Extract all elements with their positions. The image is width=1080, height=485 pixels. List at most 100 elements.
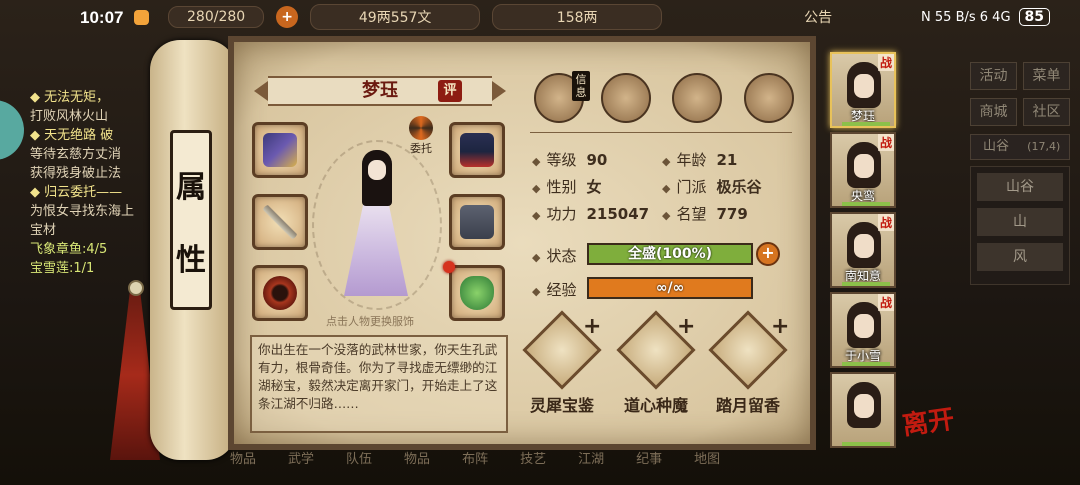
party-member[interactable]: 战梦珏 [830, 52, 896, 128]
tassel-bead [128, 280, 144, 296]
activity-button[interactable]: 活动 [970, 62, 1017, 90]
community-button[interactable]: 社区 [1023, 98, 1070, 126]
member-hp-bar [842, 282, 890, 286]
member-portrait [847, 382, 881, 428]
clock: 10:07 [80, 8, 124, 27]
resource-bar: 280/280 + 49两557文 158两 公告 [168, 4, 908, 30]
map-item[interactable]: 山 [977, 208, 1063, 236]
equip-slot-accessory[interactable] [449, 265, 505, 321]
money-display: 49两557文 [310, 4, 481, 30]
quest-line: 宝材 [30, 223, 57, 238]
stat-fame: 名望 779 [662, 203, 748, 224]
stat-power: 功力 215047 [532, 203, 649, 224]
quest-line: 等待玄慈方丈消 [30, 147, 122, 162]
member-hp-bar [842, 362, 890, 366]
shop-button[interactable]: 商城 [970, 98, 1017, 126]
menu-button[interactable]: 菜单 [1023, 62, 1070, 90]
equip-slot-bracer[interactable] [252, 122, 308, 178]
tab-scroll[interactable] [601, 73, 651, 123]
stat-age-value: 21 [716, 151, 738, 169]
bracer-icon [263, 133, 297, 167]
leave-button[interactable]: 离开 [900, 399, 957, 443]
stat-state: 状态 [532, 245, 576, 266]
bottom-nav-item[interactable]: 纪事 [636, 448, 662, 485]
location-name: 山谷 [983, 139, 1010, 154]
map-list: 山谷 山 风 [970, 166, 1070, 285]
restore-state-button[interactable]: + [756, 242, 780, 266]
stat-exp-label: 经验 [532, 281, 576, 299]
tab-info-label: 信息 [572, 71, 590, 101]
stat-power-label: 功力 [532, 205, 576, 223]
entrust-icon [409, 116, 433, 140]
character-figure[interactable] [336, 150, 416, 305]
add-capacity-button[interactable]: + [276, 6, 299, 28]
skill-name: 踏月留香 [715, 396, 780, 415]
exp-bar: ∞/∞ [587, 277, 753, 299]
ring-icon [263, 276, 297, 310]
bottom-nav-item[interactable]: 队伍 [346, 448, 372, 485]
stat-sect: 门派极乐谷 [662, 176, 762, 197]
tab-info[interactable]: 信息 [534, 71, 590, 123]
location-coords: (17,4) [1027, 140, 1061, 153]
member-portrait [847, 62, 881, 108]
equip-slot-armor[interactable] [449, 194, 505, 250]
scroll-title-char: 属 [176, 169, 206, 205]
tab-bagua[interactable] [672, 73, 722, 123]
equip-slot-ring[interactable] [252, 265, 308, 321]
bag-capacity: 280/280 [168, 6, 265, 28]
bottom-nav-item[interactable]: 江湖 [578, 448, 604, 485]
stat-age: 年龄 21 [662, 149, 737, 170]
armor-icon [460, 205, 494, 239]
change-outfit-hint: 点击人物更换服饰 [326, 315, 414, 328]
jade-bell-icon [460, 276, 494, 310]
add-skill-button[interactable]: + [771, 314, 789, 339]
entrust-button[interactable]: 委托 [404, 116, 438, 155]
quest-line: ◆ 无法无矩， [30, 90, 110, 105]
divider [530, 132, 792, 133]
stat-exp: 经验 [532, 279, 576, 300]
member-portrait [847, 222, 881, 268]
sword-icon [263, 205, 297, 239]
party-member[interactable]: 战于小雪 [830, 292, 896, 368]
bottom-nav-item[interactable]: 技艺 [520, 448, 546, 485]
member-portrait [847, 142, 881, 188]
stat-level-label: 等级 [532, 151, 576, 169]
equip-slot-hat[interactable] [449, 122, 505, 178]
stat-gender: 性别女 [532, 176, 602, 197]
quest-line: 获得残身破止法 [30, 166, 122, 181]
stat-state-label: 状态 [532, 247, 576, 265]
bottom-nav-item[interactable]: 物品 [230, 448, 256, 485]
side-menu: 活动 菜单 商城 社区 山谷 (17,4) 山谷 山 风 [970, 62, 1070, 285]
notice-button[interactable]: 公告 [804, 7, 832, 27]
member-hp-bar [842, 442, 890, 446]
quest-log: ◆ 无法无矩， 打败风林火山 ◆ 天无绝路 破等待玄慈方丈消 获得残身破止法 ◆ 归云委… [30, 88, 160, 278]
notification-dot [443, 261, 455, 273]
character-bio: 你出生在一个没落的武林世家，你天生孔武有力，根骨奇佳。你为了寻找虚无缥缈的江湖秘… [250, 335, 508, 433]
battery-indicator: 85 [1018, 8, 1050, 26]
map-item[interactable]: 风 [977, 243, 1063, 271]
exp-bar-text: ∞/∞ [655, 280, 685, 296]
party-member[interactable] [830, 372, 896, 448]
in-battle-tag: 战 [877, 214, 894, 231]
tab-meridian[interactable] [744, 73, 794, 123]
stat-sect-label: 门派 [662, 178, 706, 196]
add-skill-button[interactable]: + [583, 314, 601, 339]
bottom-nav-item[interactable]: 物品 [404, 448, 430, 485]
party-list: 战梦珏战央鸾战南知意战于小雪 [830, 52, 898, 452]
member-hp-bar [842, 202, 890, 206]
stat-level-value: 90 [586, 151, 608, 169]
bottom-nav-item[interactable]: 武学 [288, 448, 314, 485]
add-skill-button[interactable]: + [677, 314, 695, 339]
state-bar-text: 全盛(100%) [627, 246, 713, 262]
equip-slot-weapon[interactable] [252, 194, 308, 250]
party-member[interactable]: 战央鸾 [830, 132, 896, 208]
quest-line: 飞象章鱼:4/5 [30, 242, 108, 257]
rate-button[interactable]: 评 [438, 80, 462, 102]
quest-line: ◆ 天无绝路 破 [30, 128, 114, 143]
bottom-nav-item[interactable]: 布阵 [462, 448, 488, 485]
party-member[interactable]: 战南知意 [830, 212, 896, 288]
map-item[interactable]: 山谷 [977, 173, 1063, 201]
banner-right-ornament [492, 81, 506, 101]
in-battle-tag: 战 [877, 54, 894, 71]
bottom-nav-item[interactable]: 地图 [694, 448, 720, 485]
